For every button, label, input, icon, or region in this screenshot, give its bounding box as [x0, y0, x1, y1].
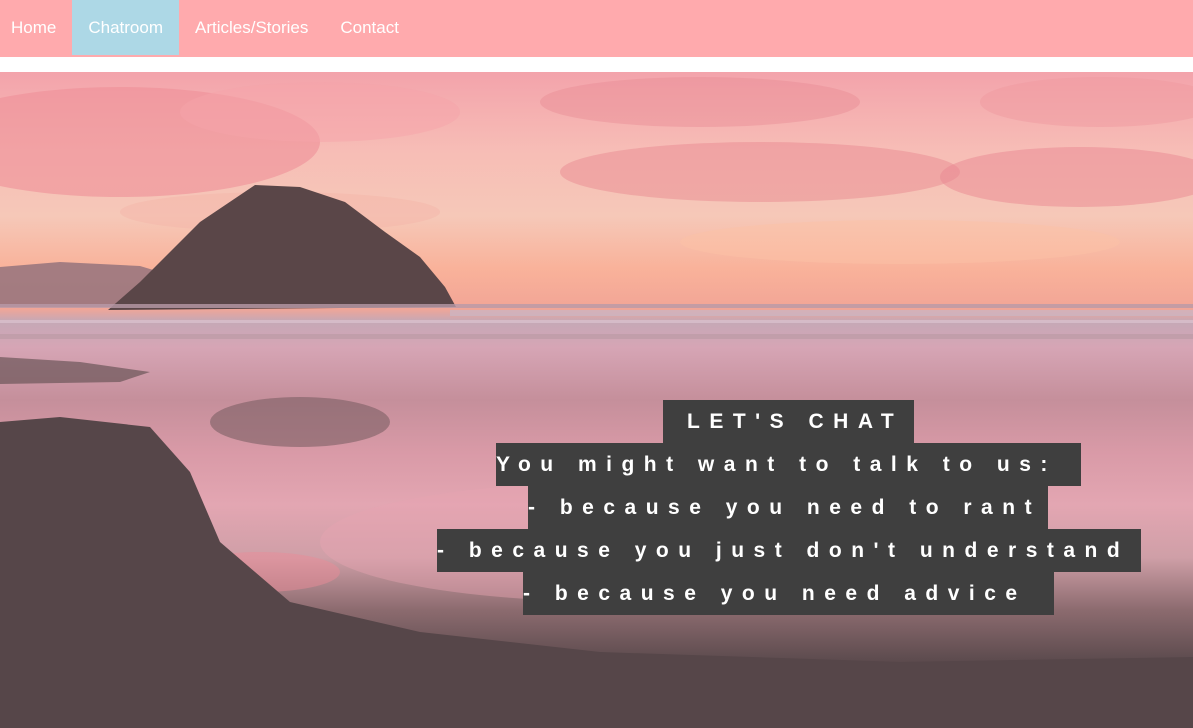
chat-intro-text: LET'S CHAT You might want to talk to us:… — [0, 400, 1193, 624]
nav-chatroom[interactable]: Chatroom — [72, 0, 179, 55]
reason-understand: - because you just don't understand — [437, 529, 1141, 572]
reason-rant: - because you need to rant — [528, 486, 1048, 529]
nav-home[interactable]: Home — [0, 0, 72, 55]
nav-contact[interactable]: Contact — [324, 0, 415, 55]
top-navbar: Home Chatroom Articles/Stories Contact — [0, 0, 1193, 57]
hero-banner: LET'S CHAT You might want to talk to us:… — [0, 72, 1193, 728]
hero-intro: You might want to talk to us: — [496, 443, 1081, 486]
hero-heading: LET'S CHAT — [663, 400, 914, 443]
nav-articles-stories[interactable]: Articles/Stories — [179, 0, 324, 55]
reason-advice: - because you need advice — [523, 572, 1054, 615]
